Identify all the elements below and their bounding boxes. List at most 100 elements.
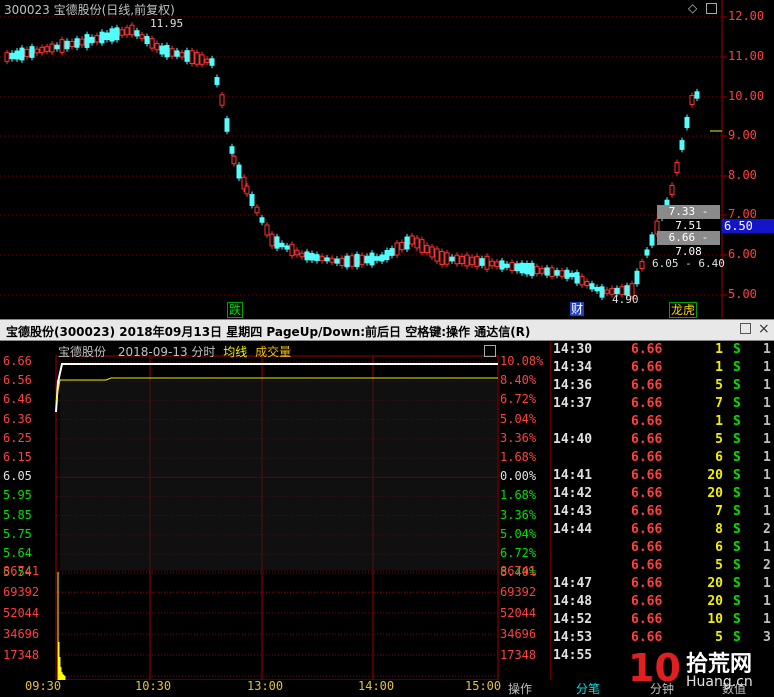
tick-row[interactable]: 14:44 6.66 8 S 2	[551, 522, 774, 540]
candle-body	[59, 39, 65, 53]
tick-price: 6.66	[631, 378, 663, 393]
candle-body	[394, 242, 400, 256]
candle-body	[454, 254, 460, 265]
candle-body	[424, 244, 430, 254]
candle-body	[189, 50, 195, 65]
tick-row[interactable]: 14:34 6.66 1 S 1	[551, 360, 774, 378]
time-tick: 14:00	[358, 679, 395, 693]
tick-time: 14:30	[553, 342, 593, 357]
candle-body	[579, 275, 585, 286]
tick-row[interactable]: 14:43 6.66 7 S 1	[551, 504, 774, 522]
price-tick: 5.00	[728, 287, 757, 301]
candle-body	[69, 41, 75, 47]
tick-price: 6.66	[631, 486, 663, 501]
candle-body	[249, 194, 255, 206]
tab-operation[interactable]: 操作	[508, 680, 532, 697]
candle-body	[444, 252, 450, 265]
candle-body	[39, 46, 45, 54]
candle-body	[294, 249, 300, 256]
candle-body	[219, 94, 225, 106]
maximize-icon[interactable]	[706, 3, 717, 14]
candle-body	[559, 270, 565, 277]
candle-body	[99, 31, 105, 44]
candle-body	[19, 47, 25, 61]
price-zone-label: 6.05 - 6.40	[652, 257, 725, 270]
info-bar: 宝德股份(300023) 2018年09月13日 星期四 PageUp/Down…	[0, 319, 774, 341]
tab-fenbi[interactable]: 分笔	[576, 680, 600, 697]
candle-body	[594, 287, 600, 292]
shaded-area	[60, 380, 498, 570]
tick-volume: 6	[715, 540, 723, 555]
tick-time: 14:53	[553, 630, 593, 645]
candle-body	[154, 43, 160, 51]
event-tag-die[interactable]: 跌	[227, 302, 244, 318]
candle-body	[404, 236, 410, 250]
tick-count: 2	[763, 522, 771, 537]
tick-row[interactable]: 14:41 6.66 20 S 1	[551, 468, 774, 486]
intraday-chart[interactable]	[0, 342, 550, 680]
tick-time: 14:34	[553, 360, 593, 375]
tick-side: S	[733, 468, 741, 483]
price-zone: 7.33 - 7.51	[657, 205, 720, 232]
watermark-en: Huang.cn	[686, 674, 753, 690]
candle-body	[589, 283, 595, 290]
price-tick: 6.66	[3, 354, 32, 368]
candle-body	[419, 239, 425, 253]
tick-row[interactable]: 6.66 1 S 1	[551, 414, 774, 432]
event-tag-cai[interactable]: 财	[570, 302, 585, 316]
intraday-date: 2018-09-13 分时	[117, 345, 216, 359]
tick-row[interactable]: 14:40 6.66 5 S 1	[551, 432, 774, 450]
percent-tick: 5.04%	[500, 411, 537, 426]
candle-body	[114, 27, 120, 41]
percent-tick: 10.08%	[500, 354, 544, 368]
tick-count: 1	[763, 432, 771, 447]
tick-side: S	[733, 414, 741, 429]
event-tag-longhu[interactable]: 龙虎	[669, 302, 698, 318]
candle-body	[29, 46, 35, 58]
tick-count: 1	[763, 486, 771, 501]
intraday-panel[interactable]: 宝德股份 2018-09-13 分时 均线 成交量 6.66 10.08% 6.56…	[0, 342, 550, 680]
price-tick: 6.25	[3, 430, 32, 445]
volume-tick: 86741	[3, 564, 40, 578]
tick-volume: 10	[707, 612, 723, 627]
candle-body	[304, 251, 310, 261]
candle-body	[544, 267, 550, 276]
tick-row[interactable]: 14:52 6.66 10 S 1	[551, 612, 774, 630]
restore-icon[interactable]	[740, 323, 751, 334]
candle-body	[89, 36, 95, 44]
close-icon[interactable]: ×	[758, 321, 770, 337]
tick-row[interactable]: 14:42 6.66 20 S 1	[551, 486, 774, 504]
tick-side: S	[733, 540, 741, 555]
maximize-icon[interactable]	[484, 345, 496, 357]
tick-row[interactable]: 14:36 6.66 5 S 1	[551, 378, 774, 396]
tick-time: 14:42	[553, 486, 593, 501]
avg-line-label[interactable]: 均线	[223, 345, 247, 359]
diamond-icon[interactable]: ◇	[688, 1, 697, 15]
candle-body	[474, 255, 480, 268]
kline-chart[interactable]	[0, 0, 774, 318]
tick-list[interactable]: 14:30 6.66 1 S 1 14:34 6.66 1 S 1 14:36 6.66 5 S 1 14:3…	[550, 342, 774, 680]
volume-label[interactable]: 成交量	[255, 345, 291, 359]
tick-side: S	[733, 360, 741, 375]
kline-panel[interactable]: 300023 宝德股份(日线,前复权) ◇ 12.00 11.00 10.00 …	[0, 0, 774, 318]
tick-side: S	[733, 486, 741, 501]
tick-time: 14:48	[553, 594, 593, 609]
tick-row[interactable]: 6.66 5 S 2	[551, 558, 774, 576]
tick-row[interactable]: 6.66 6 S 1	[551, 450, 774, 468]
tick-row[interactable]: 14:30 6.66 1 S 1	[551, 342, 774, 360]
candle-body	[124, 27, 130, 36]
tick-row[interactable]: 6.66 6 S 1	[551, 540, 774, 558]
candle-body	[209, 58, 215, 66]
tick-volume: 20	[707, 486, 723, 501]
tick-time: 14:37	[553, 396, 593, 411]
tick-row[interactable]: 14:47 6.66 20 S 1	[551, 576, 774, 594]
tick-price: 6.66	[631, 468, 663, 483]
tick-row[interactable]: 14:48 6.66 20 S 1	[551, 594, 774, 612]
candle-body	[374, 256, 380, 261]
candle-body	[574, 272, 580, 284]
candle-body	[164, 45, 170, 58]
candle-body	[94, 35, 100, 43]
tick-row[interactable]: 14:37 6.66 7 S 1	[551, 396, 774, 414]
candle-body	[359, 254, 365, 266]
candle-body	[159, 45, 165, 55]
